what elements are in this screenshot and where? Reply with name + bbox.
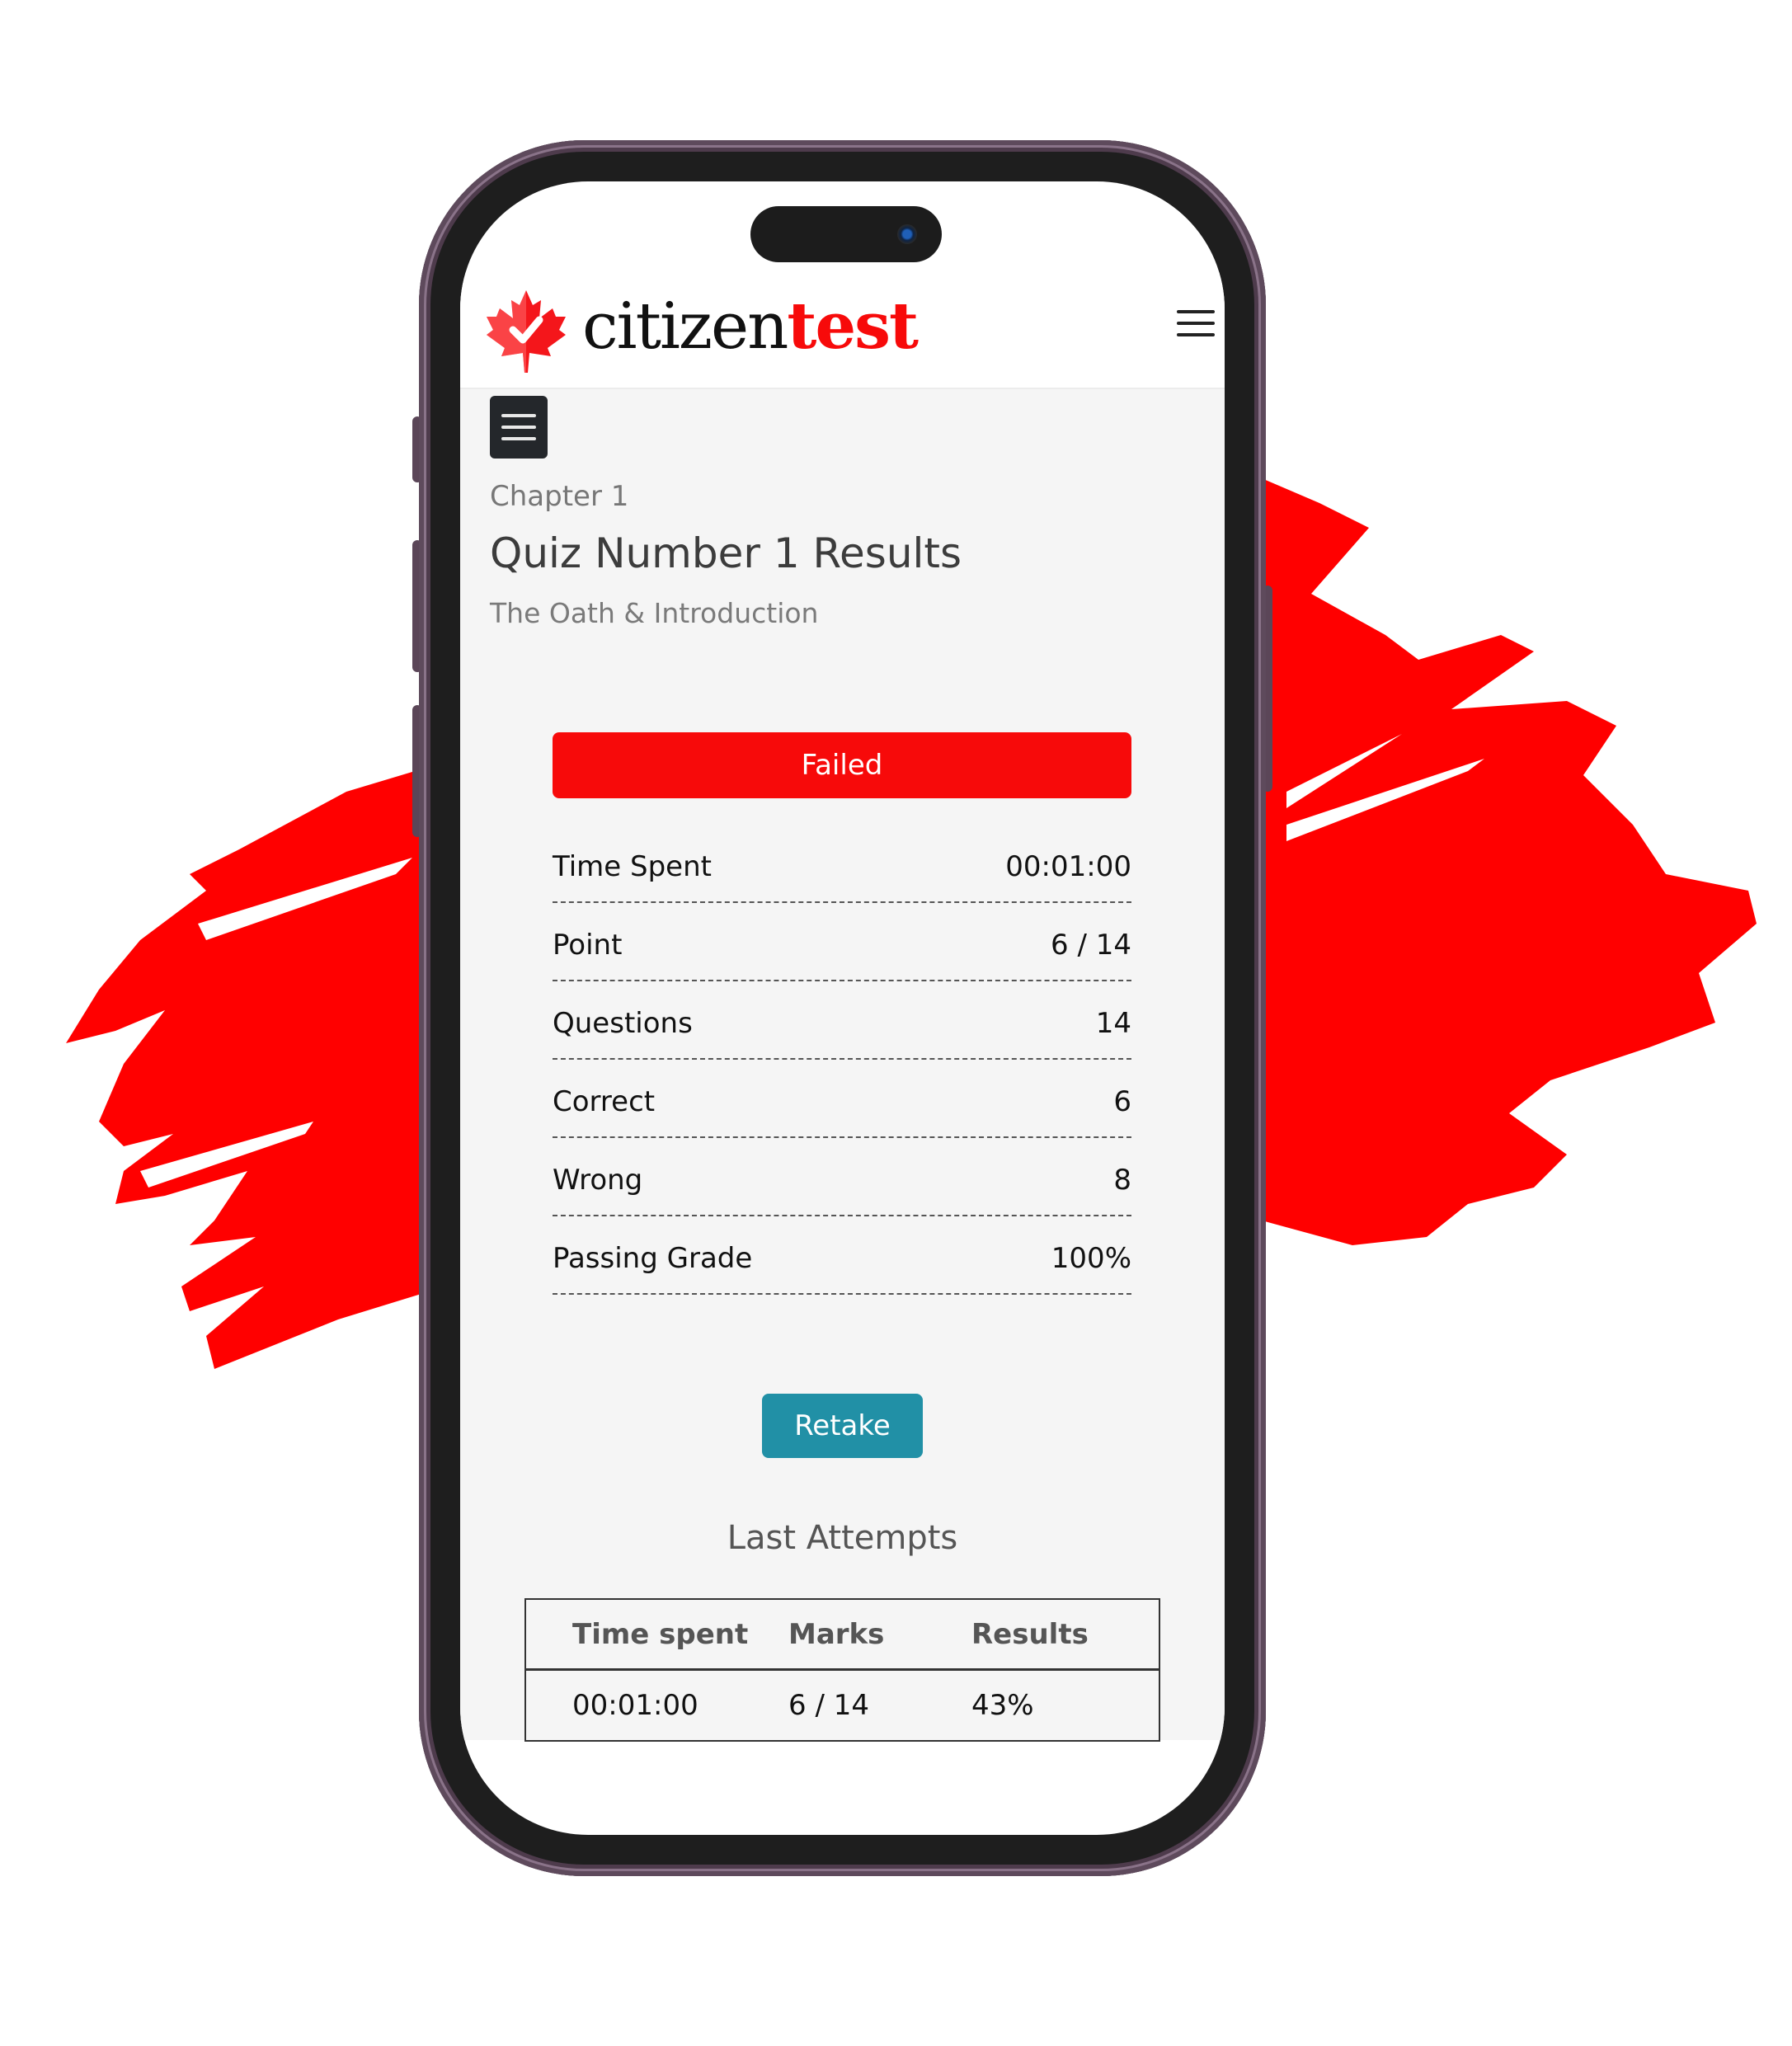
column-header-time-spent: Time spent [525, 1599, 788, 1671]
stat-row-correct: Correct 6 [553, 1060, 1131, 1138]
dynamic-island [750, 206, 942, 262]
stat-row-point: Point 6 / 14 [553, 903, 1131, 981]
cell-marks: 6 / 14 [788, 1669, 971, 1742]
stat-value: 6 [1113, 1084, 1131, 1118]
camera-icon [897, 224, 917, 244]
stat-value: 6 / 14 [1051, 928, 1131, 962]
quiz-results-content: Chapter 1 Quiz Number 1 Results The Oath… [460, 389, 1225, 1742]
last-attempts-heading: Last Attempts [727, 1519, 958, 1557]
stat-label: Correct [553, 1084, 656, 1118]
column-header-marks: Marks [788, 1599, 971, 1671]
brand-name-part1: citizen [582, 289, 788, 364]
stat-row-questions: Questions 14 [553, 981, 1131, 1060]
cell-results: 43% [971, 1669, 1159, 1742]
stat-value: 100% [1051, 1241, 1131, 1275]
table-row: 00:01:00 6 / 14 43% [525, 1669, 1159, 1742]
stat-label: Point [553, 928, 623, 962]
hamburger-menu-icon[interactable] [1177, 310, 1215, 340]
stat-row-passing-grade: Passing Grade 100% [553, 1216, 1131, 1295]
stat-value: 14 [1095, 1006, 1131, 1040]
stats-list: Time Spent 00:01:00 Point 6 / 14 Questio… [553, 825, 1131, 1295]
table-header-row: Time spent Marks Results [525, 1599, 1159, 1671]
page-subtitle: The Oath & Introduction [490, 597, 819, 629]
brand-logo[interactable]: citizentest [485, 272, 919, 388]
sidebar-toggle-button[interactable] [490, 396, 548, 459]
page-title: Quiz Number 1 Results [490, 529, 962, 577]
stat-value: 00:01:00 [1005, 849, 1131, 883]
last-attempts-table: Time spent Marks Results 00:01:00 6 / 14… [524, 1598, 1160, 1742]
brand-name-part2: test [787, 288, 919, 364]
site-header: citizentest [460, 272, 1225, 389]
stat-row-wrong: Wrong 8 [553, 1138, 1131, 1216]
stat-value: 8 [1113, 1163, 1131, 1197]
stat-label: Passing Grade [553, 1241, 753, 1275]
brand-name: citizentest [582, 288, 919, 364]
stat-label: Wrong [553, 1163, 643, 1197]
chapter-label: Chapter 1 [490, 480, 629, 513]
stat-row-time-spent: Time Spent 00:01:00 [553, 825, 1131, 903]
stat-label: Time Spent [553, 849, 712, 883]
stat-label: Questions [553, 1006, 693, 1040]
cell-time-spent: 00:01:00 [525, 1669, 788, 1742]
phone-frame: citizentest Chapter 1 Quiz Number 1 Resu… [419, 140, 1266, 1876]
column-header-results: Results [971, 1599, 1159, 1671]
phone-screen: citizentest Chapter 1 Quiz Number 1 Resu… [460, 181, 1225, 1835]
maple-leaf-check-icon [487, 290, 566, 373]
retake-button[interactable]: Retake [762, 1394, 923, 1458]
result-status-badge: Failed [553, 732, 1131, 798]
